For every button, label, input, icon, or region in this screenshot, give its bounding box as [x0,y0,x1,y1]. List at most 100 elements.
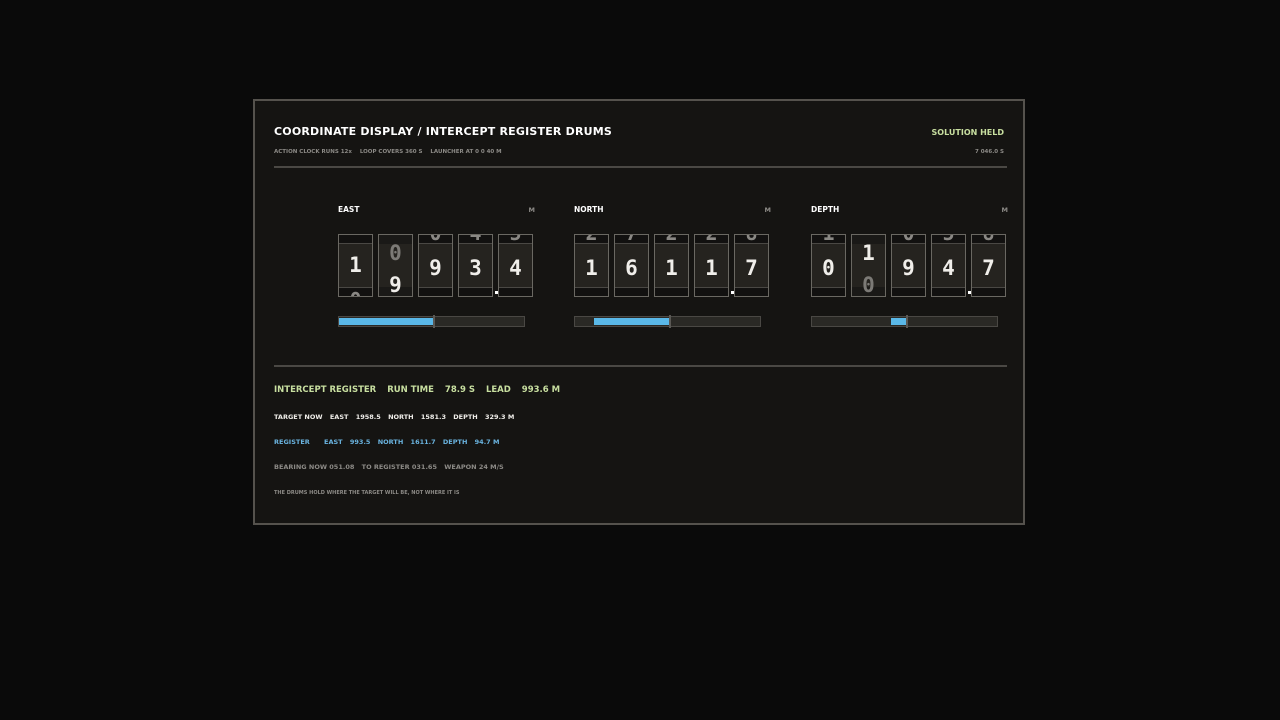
digit-drum: 21 [654,234,689,297]
drum-digit-adjacent: 0 [339,288,372,296]
panel-title: COORDINATE DISPLAY / INTERCEPT REGISTER … [274,125,613,138]
north-group: NORTH M 2176212187 [574,205,771,335]
target-now-label: TARGET NOW [274,413,323,421]
drum-digit: 4 [942,256,955,280]
progress-cursor [906,315,908,328]
intercept-register-heading: INTERCEPT REGISTER RUN TIME 78.9 S LEAD … [274,385,568,395]
group-label: EAST [338,205,360,214]
drum-digit: 1 [862,241,875,265]
digit-drum: 54 [931,234,966,297]
east-value: 993.5 [349,438,371,446]
north-label: NORTH [377,438,404,446]
launcher-info: LAUNCHER AT 0 0 40 M [430,149,502,155]
digit-drum: 87 [734,234,769,297]
drum-digit: 4 [509,256,522,280]
drum-digit-adjacent: 0 [862,273,875,297]
digit-drum: 54 [498,234,533,297]
drum-digit-adjacent: 2 [655,235,688,245]
group-unit: M [528,206,535,214]
drum-band [655,287,688,296]
decimal-marker [731,291,734,294]
drum-band [575,287,608,296]
drum-digit: 1 [705,256,718,280]
drum-digit: 0 [822,256,835,280]
drum-digit: 7 [982,256,995,280]
bearing-now: BEARING NOW 051.08 [274,463,355,471]
digit-drum: 21 [694,234,729,297]
depth-value: 94.7 M [474,438,500,446]
digit-drum: 87 [971,234,1006,297]
drum-digit: 1 [665,256,678,280]
drum-digit-adjacent: 5 [499,235,532,245]
north-value: 1581.3 [420,413,446,421]
group-unit: M [1001,206,1008,214]
coordinate-display-panel: COORDINATE DISPLAY / INTERCEPT REGISTER … [253,99,1025,525]
clock-readout: 7 046.0 S [974,149,1004,155]
register-line: REGISTER EAST 993.5 NORTH 1611.7 DEPTH 9… [274,438,504,446]
drum-band [932,287,965,296]
drum-band [615,287,648,296]
drum-digit: 6 [625,256,638,280]
drum-band [695,287,728,296]
run-time-value: 78.9 S [444,385,475,395]
drum-digit-adjacent: 0 [419,235,452,245]
target-now-line: TARGET NOW EAST 1958.5 NORTH 1581.3 DEPT… [274,413,519,421]
progress-cursor [669,315,671,328]
register-title: INTERCEPT REGISTER [274,385,377,395]
loop-info: LOOP COVERS 360 S [359,149,423,155]
depth-group: DEPTH M 1010095487 [811,205,1008,335]
east-group: EAST M 0109094354 [338,205,535,335]
action-clock-info: ACTION CLOCK RUNS 12x [274,149,352,155]
top-divider [274,166,1007,168]
decimal-marker [968,291,971,294]
east-label: EAST [324,438,343,446]
digit-drum: 09 [891,234,926,297]
drum-digit: 3 [469,256,482,280]
group-label: NORTH [574,205,604,214]
weapon-speed: WEAPON 24 M/S [444,463,504,471]
drum-digit: 9 [902,256,915,280]
solution-status: SOLUTION HELD [931,128,1004,137]
depth-label: DEPTH [442,438,468,446]
progress-fill [891,318,906,325]
drum-digit: 1 [349,253,362,277]
drum-digit-adjacent: 7 [615,235,648,245]
register-label: REGISTER [274,438,310,446]
drum-band [419,287,452,296]
digit-drum: 10 [851,234,886,297]
drum-band [892,287,925,296]
lead-label: LEAD [485,385,511,395]
mid-divider [274,365,1007,367]
info-subline: ACTION CLOCK RUNS 12x LOOP COVERS 360 S … [274,149,508,155]
run-time-label: RUN TIME [387,385,434,395]
drum-digit-adjacent: 0 [389,241,402,265]
drum-digit-adjacent: 5 [932,235,965,245]
drum-digit-adjacent: 1 [812,235,845,245]
depth-value: 329.3 M [485,413,515,421]
group-unit: M [764,206,771,214]
drum-digit-adjacent: 8 [735,235,768,245]
digit-drum: 01 [338,234,373,297]
drum-digit: 1 [585,256,598,280]
drum-band [499,287,532,296]
digit-drum: 10 [811,234,846,297]
drum-band [972,287,1005,296]
drum-digit-adjacent: 2 [695,235,728,245]
digit-drum: 76 [614,234,649,297]
north-label: NORTH [388,413,414,421]
digit-drum: 21 [574,234,609,297]
east-value: 1958.5 [355,413,381,421]
drum-digit: 9 [429,256,442,280]
depth-label: DEPTH [453,413,478,421]
digit-drum: 43 [458,234,493,297]
progress-bar [338,315,525,328]
progress-cursor [433,315,435,328]
lead-value: 993.6 M [521,385,561,395]
drum-digit-adjacent: 2 [575,235,608,245]
group-label: DEPTH [811,205,840,214]
digit-drum: 09 [418,234,453,297]
progress-bar [574,315,761,328]
east-label: EAST [329,413,349,421]
drum-band [339,235,372,244]
drum-digit-adjacent: 0 [892,235,925,245]
